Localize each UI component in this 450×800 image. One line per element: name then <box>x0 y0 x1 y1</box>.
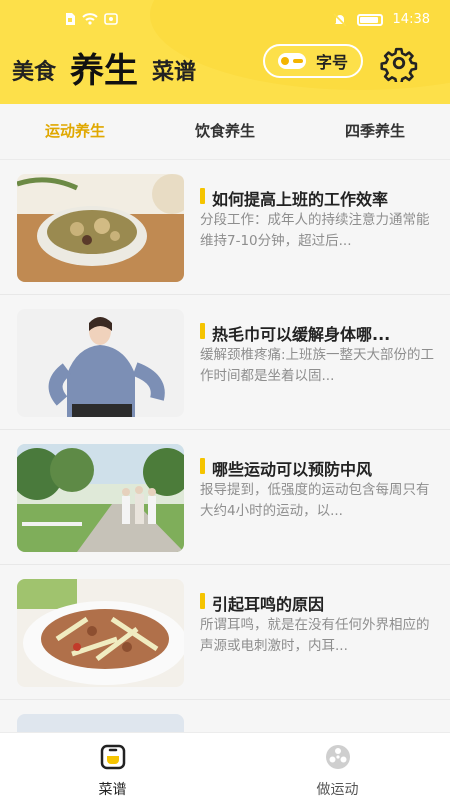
title-marker <box>200 188 205 204</box>
tab-yundong-yangsheng[interactable]: 运动养生 <box>0 104 150 159</box>
tab-siji-yangsheng[interactable]: 四季养生 <box>300 104 450 159</box>
title-marker <box>200 593 205 609</box>
article-thumbnail-stew <box>17 174 184 282</box>
recipe-pot-icon <box>100 744 125 770</box>
article-summary: 分段工作：成年人的持续注意力通常能维持7-10分钟，超过后... <box>200 212 430 249</box>
sim-card-icon <box>66 13 75 25</box>
font-size-toggle-icon <box>277 53 306 69</box>
list-item[interactable]: 热毛巾可以缓解身体哪... 缓解颈椎疼痛:上班族一整天大部份的工作时间都是坐着以… <box>0 295 450 430</box>
status-time: 14:38 <box>392 12 430 27</box>
mute-bell-icon <box>332 12 347 27</box>
title-marker <box>200 323 205 339</box>
list-item[interactable]: 哪些运动可以预防中风 报导提到，低强度的运动包含每周只有大约4小时的运动，以..… <box>0 430 450 565</box>
article-summary: 缓解颈椎疼痛:上班族一整天大部份的工作时间都是坐着以固... <box>200 347 435 384</box>
article-thumbnail-park-walk <box>17 444 184 552</box>
list-item[interactable] <box>0 700 450 732</box>
app-header: 14:38 美食 养生 菜谱 字号 <box>0 0 450 104</box>
sub-tab-bar: 运动养生 饮食养生 四季养生 <box>0 104 450 160</box>
article-title: 热毛巾可以缓解身体哪... <box>212 325 391 344</box>
title-marker <box>200 458 205 474</box>
tab-yinshi-yangsheng[interactable]: 饮食养生 <box>150 104 300 159</box>
article-summary: 报导提到，低强度的运动包含每周只有大约4小时的运动，以... <box>200 482 430 519</box>
list-item[interactable]: 如何提高上班的工作效率 分段工作：成年人的持续注意力通常能维持7-10分钟，超过… <box>0 160 450 295</box>
nav-yangsheng[interactable]: 养生 <box>70 54 138 90</box>
status-left-icons <box>64 12 118 26</box>
article-thumbnail-stir-fry <box>17 579 184 687</box>
bottom-tab-label: 做运动 <box>316 782 359 798</box>
article-thumbnail-partial <box>17 714 184 732</box>
font-size-button[interactable]: 字号 <box>263 44 363 78</box>
nav-meishi[interactable]: 美食 <box>12 62 56 90</box>
status-bar: 14:38 <box>0 0 450 40</box>
status-right-icons: 14:38 <box>332 12 430 27</box>
wifi-icon <box>82 13 98 25</box>
hotspot-icon <box>104 13 118 25</box>
top-category-nav: 美食 养生 菜谱 <box>12 46 196 90</box>
bottom-tab-bar: 菜谱 做运动 <box>0 732 450 800</box>
list-item[interactable]: 引起耳鸣的原因 所谓耳鸣，就是在没有任何外界相应的声源或电刺激时，内耳... <box>0 565 450 700</box>
article-thumbnail-neck-pain <box>17 309 184 417</box>
article-title: 引起耳鸣的原因 <box>212 595 325 614</box>
bottom-tab-label: 菜谱 <box>98 782 127 798</box>
settings-gear-icon[interactable] <box>380 44 418 82</box>
article-list: 如何提高上班的工作效率 分段工作：成年人的持续注意力通常能维持7-10分钟，超过… <box>0 160 450 732</box>
article-title: 哪些运动可以预防中风 <box>212 460 373 479</box>
article-summary: 所谓耳鸣，就是在没有任何外界相应的声源或电刺激时，内耳... <box>200 617 430 654</box>
article-title: 如何提高上班的工作效率 <box>212 190 389 209</box>
font-size-label: 字号 <box>315 53 348 72</box>
bottom-tab-exercise[interactable]: 做运动 <box>225 733 450 800</box>
bottom-tab-recipes[interactable]: 菜谱 <box>0 733 225 800</box>
nav-caipu[interactable]: 菜谱 <box>152 62 196 90</box>
battery-icon <box>356 13 383 26</box>
film-reel-icon <box>325 745 350 769</box>
